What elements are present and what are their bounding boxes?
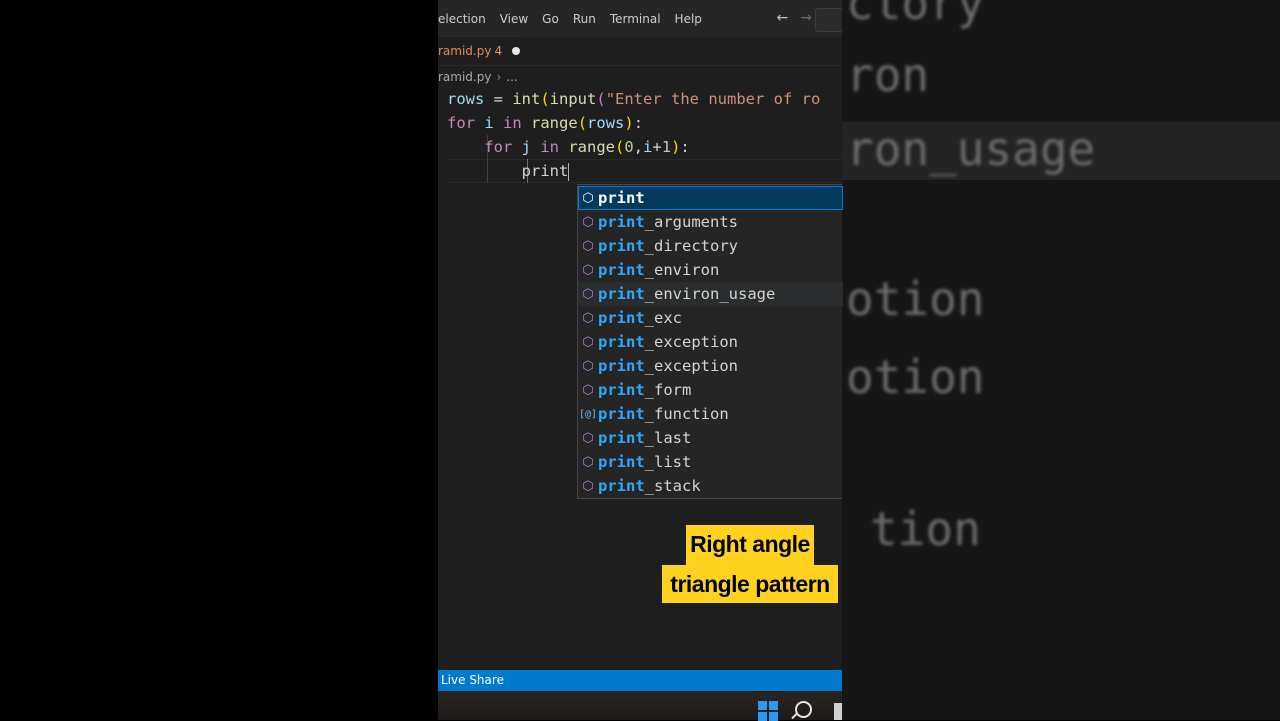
command-center[interactable]: [815, 8, 842, 32]
cube-icon: ⬡: [582, 334, 594, 350]
menu-go[interactable]: Go: [542, 12, 559, 26]
cube-icon: ⬡: [582, 262, 594, 278]
suggestion-item[interactable]: ⬡ print _form: [578, 378, 843, 402]
background-zoom: ctory ron ron_usage otion otion tion: [842, 0, 1280, 720]
text-cursor: [568, 162, 570, 181]
cube-icon: ⬡: [582, 310, 594, 326]
search-icon[interactable]: [795, 701, 812, 718]
caption-box: triangle pattern: [662, 565, 838, 603]
background-text: otion: [846, 272, 985, 326]
unsaved-dot-icon[interactable]: [512, 47, 521, 55]
autocomplete-suggestions: ⬡ print ⬡ print _arguments ⬡ print _directory…: [577, 184, 843, 499]
suggestion-item[interactable]: [@] print _function: [578, 402, 843, 426]
caption-line-2: triangle pattern: [670, 571, 830, 597]
forward-arrow-icon[interactable]: →: [800, 10, 812, 26]
menu-bar: election View Go Run Terminal Help ← →: [438, 0, 842, 37]
suggestion-item[interactable]: ⬡ print _last: [578, 426, 843, 450]
cube-icon: ⬡: [582, 286, 594, 302]
chevron-right-icon: ›: [496, 70, 502, 84]
background-text: ctory: [846, 0, 985, 30]
suggestion-item[interactable]: ⬡ print _environ_usage: [578, 282, 843, 306]
suggestion-item[interactable]: ⬡ print _directory: [578, 234, 843, 258]
menu-terminal[interactable]: Terminal: [610, 12, 661, 26]
cube-icon: ⬡: [582, 238, 594, 254]
cube-icon: ⬡: [582, 190, 594, 206]
background-text: ron_usage: [846, 122, 1096, 176]
taskbar-app-icon[interactable]: [834, 703, 842, 720]
caption-line-1: Right angle: [690, 531, 810, 557]
background-text: otion: [846, 350, 985, 404]
suggestion-item[interactable]: ⬡ print _arguments: [578, 210, 843, 234]
tab-bar: ramid.py 4: [438, 37, 842, 66]
tab-error-count: 4: [494, 44, 503, 58]
code-line-1: rows = int(input("Enter the number of ro: [447, 90, 821, 108]
suggestion-item[interactable]: ⬡ print: [578, 186, 843, 210]
code-line-2: for i in range(rows):: [447, 114, 644, 132]
menu-help[interactable]: Help: [675, 12, 702, 26]
cube-icon: ⬡: [582, 478, 594, 494]
tab-title: ramid.py: [438, 44, 492, 58]
live-share-button[interactable]: Live Share: [441, 673, 504, 687]
breadcrumb: ramid.py › ...: [438, 67, 518, 87]
background-text: ron: [846, 48, 930, 102]
windows-start-icon[interactable]: [758, 701, 778, 721]
cube-icon: ⬡: [582, 382, 594, 398]
tab-pyramid[interactable]: ramid.py 4: [438, 37, 524, 65]
menu-selection[interactable]: election: [438, 12, 486, 26]
variable-icon: [@]: [578, 408, 598, 420]
status-bar: Live Share: [438, 670, 842, 691]
windows-taskbar: [438, 691, 842, 720]
caption-box: Right angle: [686, 525, 814, 565]
background-text: tion: [870, 502, 981, 556]
cube-icon: ⬡: [582, 430, 594, 446]
code-line-4: print: [521, 162, 570, 181]
menu-view[interactable]: View: [500, 12, 528, 26]
code-line-3: for j in range(0,i+1):: [484, 138, 690, 156]
suggestion-item[interactable]: ⬡ print _list: [578, 450, 843, 474]
breadcrumb-more[interactable]: ...: [506, 70, 517, 84]
menu-run[interactable]: Run: [573, 12, 596, 26]
suggestion-item[interactable]: ⬡ print _exception: [578, 354, 843, 378]
suggestion-item[interactable]: ⬡ print _stack: [578, 474, 843, 498]
suggestion-item[interactable]: ⬡ print _exc: [578, 306, 843, 330]
cube-icon: ⬡: [582, 358, 594, 374]
cube-icon: ⬡: [582, 214, 594, 230]
suggestion-item[interactable]: ⬡ print _exception: [578, 330, 843, 354]
breadcrumb-file[interactable]: ramid.py: [438, 70, 491, 84]
cube-icon: ⬡: [582, 454, 594, 470]
back-arrow-icon[interactable]: ←: [777, 10, 789, 26]
suggestion-item[interactable]: ⬡ print _environ: [578, 258, 843, 282]
